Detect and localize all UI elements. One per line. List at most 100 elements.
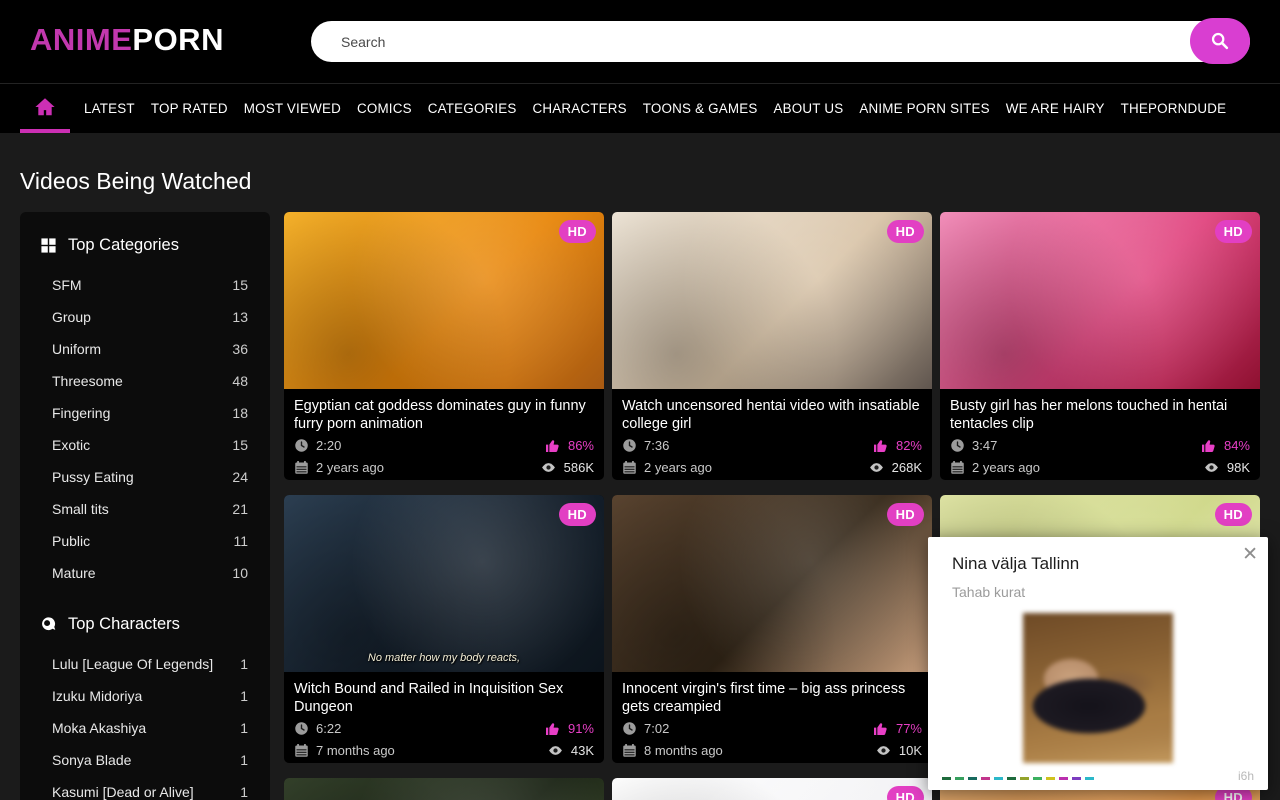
category-count: 15 [232,277,248,293]
video-title[interactable]: Egyptian cat goddess dominates guy in fu… [294,397,594,433]
nav-item[interactable]: WE ARE HAIRY [1006,101,1105,116]
video-duration: 6:22 [294,721,341,736]
nav-item[interactable]: LATEST [84,101,135,116]
ad-popup: ✕ Nina välja Tallinn Tahab kurat i6h [928,537,1268,790]
character-item[interactable]: Sonya Blade 1 [38,744,252,776]
hd-badge: HD [1215,220,1252,243]
thumbs-up-icon [873,721,889,737]
category-item[interactable]: Fingering 18 [38,397,252,429]
video-card[interactable]: HD Busty girl has her melons touched in … [940,212,1260,480]
clock-icon [294,721,309,736]
nav-item[interactable]: TOONS & GAMES [643,101,758,116]
category-item[interactable]: Mature 10 [38,557,252,589]
video-duration: 3:47 [950,438,997,453]
top-categories-header: Top Categories [40,236,252,255]
thumbs-up-icon [873,438,889,454]
nav-item[interactable]: THEPORNDUDE [1121,101,1227,116]
top-categories-section: Top Categories SFM 15 Group 13 [38,236,252,589]
search-input[interactable] [311,21,1250,62]
video-title[interactable]: Busty girl has her melons touched in hen… [950,397,1250,433]
thumbs-up-icon [545,721,561,737]
category-label: Small tits [52,501,109,517]
character-item[interactable]: Moka Akashiya 1 [38,712,252,744]
video-thumbnail[interactable]: HD [612,495,932,672]
thumbs-up-icon [1201,438,1217,454]
video-card[interactable]: HD Innocent virgin's first time – big as… [612,495,932,763]
nav-item-home[interactable] [20,84,70,133]
category-count: 15 [232,437,248,453]
video-age: 2 years ago [622,460,712,475]
video-thumbnail[interactable]: HD [612,778,932,800]
site-logo[interactable]: ANIMEPORN [30,22,224,58]
video-info: Innocent virgin's first time – big ass p… [612,672,932,763]
video-likes: 84% [1201,438,1250,454]
calendar-icon [622,460,637,475]
category-item[interactable]: SFM 15 [38,269,252,301]
popup-ad-photo[interactable] [1023,613,1173,763]
hd-badge: HD [1215,503,1252,526]
video-card[interactable]: HD Egyptian cat goddess dominates guy in… [284,212,604,480]
nav-item[interactable]: COMICS [357,101,412,116]
video-card-partial[interactable]: HD [612,778,932,800]
video-thumbnail[interactable]: HD [612,212,932,389]
category-label: Pussy Eating [52,469,134,485]
nav-item[interactable]: CATEGORIES [428,101,517,116]
character-label: Kasumi [Dead or Alive] [52,784,194,800]
video-duration: 2:20 [294,438,341,453]
video-info: Witch Bound and Railed in Inquisition Se… [284,672,604,763]
category-item[interactable]: Public 11 [38,525,252,557]
character-count: 1 [240,656,248,672]
nav-item[interactable]: ANIME PORN SITES [859,101,989,116]
ad-dash [1085,777,1094,780]
top-characters-title: Top Characters [68,615,180,634]
category-item[interactable]: Exotic 15 [38,429,252,461]
hd-badge: HD [559,220,596,243]
category-item[interactable]: Group 13 [38,301,252,333]
video-card[interactable]: HD No matter how my body reacts, Witch B… [284,495,604,763]
popup-close-button[interactable]: ✕ [1242,545,1258,564]
video-thumbnail[interactable]: HD [940,212,1260,389]
thumbs-up-icon [545,438,561,454]
category-label: Threesome [52,373,123,389]
video-likes: 91% [545,721,594,737]
ad-dash [1033,777,1042,780]
nav-item[interactable]: CHARACTERS [533,101,627,116]
video-title[interactable]: Innocent virgin's first time – big ass p… [622,680,922,716]
clock-icon [622,438,637,453]
video-thumbnail[interactable]: HD No matter how my body reacts, [284,495,604,672]
nav-item[interactable]: ABOUT US [774,101,844,116]
category-label: SFM [52,277,82,293]
character-item[interactable]: Izuku Midoriya 1 [38,680,252,712]
category-label: Uniform [52,341,101,357]
video-age: 2 years ago [950,460,1040,475]
popup-ad-dashes [942,777,1094,780]
nav-item[interactable]: MOST VIEWED [244,101,341,116]
video-thumbnail[interactable] [284,778,604,800]
character-item[interactable]: Kasumi [Dead or Alive] 1 [38,776,252,800]
category-item[interactable]: Small tits 21 [38,493,252,525]
category-count: 13 [232,309,248,325]
video-card[interactable]: HD Watch uncensored hentai video with in… [612,212,932,480]
video-title[interactable]: Watch uncensored hentai video with insat… [622,397,922,433]
character-count: 1 [240,784,248,800]
ad-dash [942,777,951,780]
character-item[interactable]: Lulu [League Of Legends] 1 [38,648,252,680]
category-label: Public [52,533,90,549]
search-button[interactable] [1190,18,1250,64]
category-item[interactable]: Threesome 48 [38,365,252,397]
category-count: 21 [232,501,248,517]
ad-dash [1059,777,1068,780]
page-title: Videos Being Watched [20,168,1260,195]
ad-dash [1072,777,1081,780]
video-title[interactable]: Witch Bound and Railed in Inquisition Se… [294,680,594,716]
hd-badge: HD [887,786,924,800]
video-info: Egyptian cat goddess dominates guy in fu… [284,389,604,480]
video-card-partial[interactable] [284,778,604,800]
category-label: Group [52,309,91,325]
video-thumbnail[interactable]: HD [284,212,604,389]
nav-item[interactable]: TOP RATED [151,101,228,116]
category-item[interactable]: Pussy Eating 24 [38,461,252,493]
category-item[interactable]: Uniform 36 [38,333,252,365]
site-header: ANIMEPORN [0,0,1280,83]
video-age: 2 years ago [294,460,384,475]
